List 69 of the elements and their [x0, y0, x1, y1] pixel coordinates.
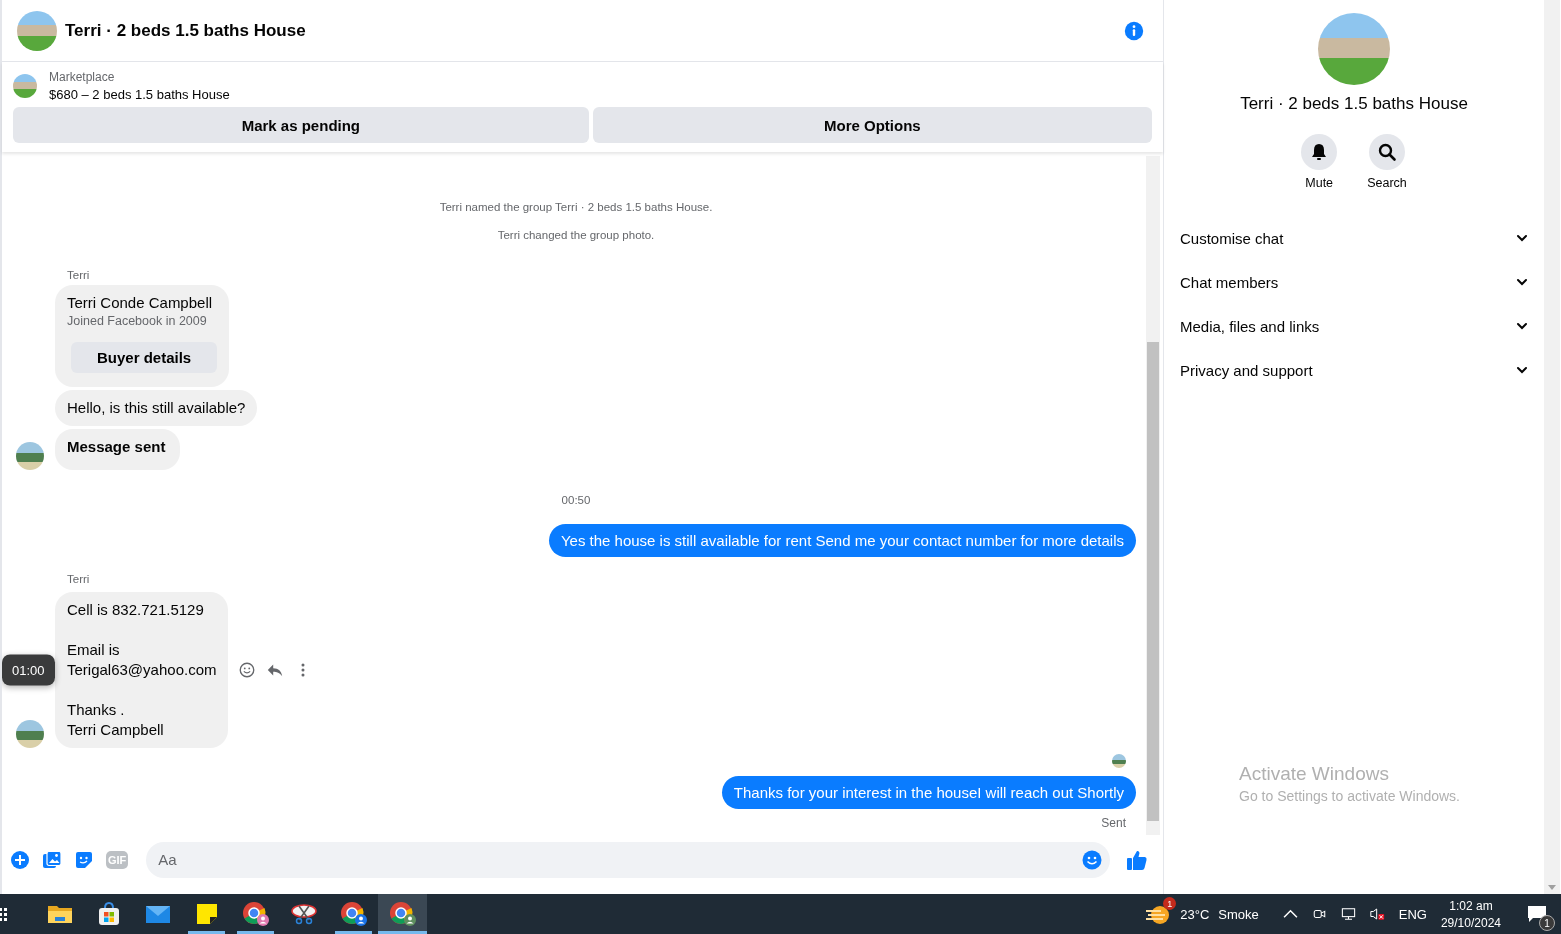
plus-icon[interactable]: [10, 849, 30, 870]
chevron-icon: [1516, 276, 1528, 288]
listing-source: Marketplace: [49, 70, 116, 84]
incoming-message: Cell is 832.721.5129 Email is Terigal63@yahoo.com Thanks . Terri Campbell: [55, 592, 229, 748]
browser-icon: [241, 901, 270, 927]
muted-speaker-icon[interactable]: [1369, 907, 1385, 921]
chevron-up-icon[interactable]: [1282, 907, 1298, 921]
taskbar-app[interactable]: [378, 894, 427, 934]
profile-name: Terri Conde Campbell: [67, 294, 214, 311]
listing-action-button[interactable]: More Options: [592, 107, 1152, 143]
store-icon: [96, 902, 121, 926]
section-header[interactable]: Privacy and support: [1180, 348, 1528, 392]
browser-icon: [388, 901, 417, 927]
incoming-message: Message sent: [55, 429, 181, 470]
search-icon: [1377, 142, 1397, 162]
sticker-icon[interactable]: [74, 849, 94, 870]
chat-title: Terri · 2 beds 1.5 baths House: [65, 20, 307, 41]
chevron-icon: [1516, 320, 1528, 332]
network-icon[interactable]: [1340, 907, 1356, 921]
listing-summary: $680 – 2 beds 1.5 baths House: [49, 87, 230, 102]
section-header[interactable]: Media, files and links: [1180, 304, 1528, 348]
notifications-icon[interactable]: [1527, 905, 1547, 923]
clock-time[interactable]: 1:02 am: [1449, 898, 1493, 913]
clock-date[interactable]: 29/10/2024: [1440, 915, 1501, 930]
photo-icon[interactable]: [42, 849, 62, 870]
section-header[interactable]: Customise chat: [1180, 216, 1528, 260]
browser-icon: [339, 901, 368, 927]
sender-avatar: [16, 442, 44, 470]
message-input[interactable]: Aa: [146, 841, 1110, 878]
thumbs-up-icon[interactable]: [1126, 848, 1148, 871]
notification-count: 1: [1539, 915, 1555, 931]
weather-condition: Smoke: [1218, 906, 1259, 922]
sender-name: Terri: [67, 573, 91, 585]
notification-badge: 1: [1163, 897, 1177, 910]
chevron-icon: [1516, 232, 1528, 244]
outgoing-message: Yes the house is still available for rent Send me your contact number for more details: [548, 524, 1136, 557]
chevron-icon: [1516, 364, 1528, 376]
listing-photo: [13, 74, 37, 98]
system-message: Terri named the group Terri · 2 beds 1.5 baths House.: [438, 201, 714, 213]
react-icon[interactable]: [238, 661, 257, 679]
seen-avatar: [1112, 754, 1126, 768]
timestamp: 00:50: [560, 494, 592, 506]
page-scrollbar[interactable]: [1544, 0, 1560, 894]
profile-joined: Joined Facebook in 2009: [67, 314, 208, 328]
mail-icon: [144, 904, 171, 924]
incoming-message: Hello, is this still available?: [55, 390, 258, 426]
sticky-note-icon: [195, 903, 218, 925]
emoji-icon[interactable]: [1082, 849, 1102, 870]
activation-text: Go to Settings to activate Windows.: [1239, 788, 1460, 804]
task-view-icon[interactable]: [0, 906, 8, 922]
info-icon[interactable]: [1123, 19, 1145, 42]
buyer-details-button[interactable]: Buyer details: [71, 342, 218, 373]
scrollbar[interactable]: [1146, 156, 1160, 835]
group-photo: [17, 10, 57, 51]
haze-icon: [1145, 903, 1172, 925]
temperature: 23°C: [1180, 906, 1210, 922]
section-header[interactable]: Chat members: [1180, 260, 1528, 304]
delivery-status: Sent: [1101, 816, 1126, 830]
sender-avatar: [16, 720, 44, 748]
activation-title: Activate Windows: [1239, 763, 1390, 785]
listing-action-button[interactable]: Mark as pending: [13, 107, 589, 143]
input-language[interactable]: ENG: [1398, 906, 1427, 922]
chat-title: Terri · 2 beds 1.5 baths House: [1240, 94, 1468, 114]
outgoing-message: Thanks for your interest in the houseI will reach out Shortly: [721, 776, 1136, 809]
camera-icon[interactable]: [1311, 907, 1327, 921]
time-tooltip: 01:00: [2, 654, 55, 686]
scissors-icon: [290, 902, 319, 926]
sender-name: Terri: [67, 269, 91, 281]
system-message: Terri changed the group photo.: [496, 229, 656, 241]
